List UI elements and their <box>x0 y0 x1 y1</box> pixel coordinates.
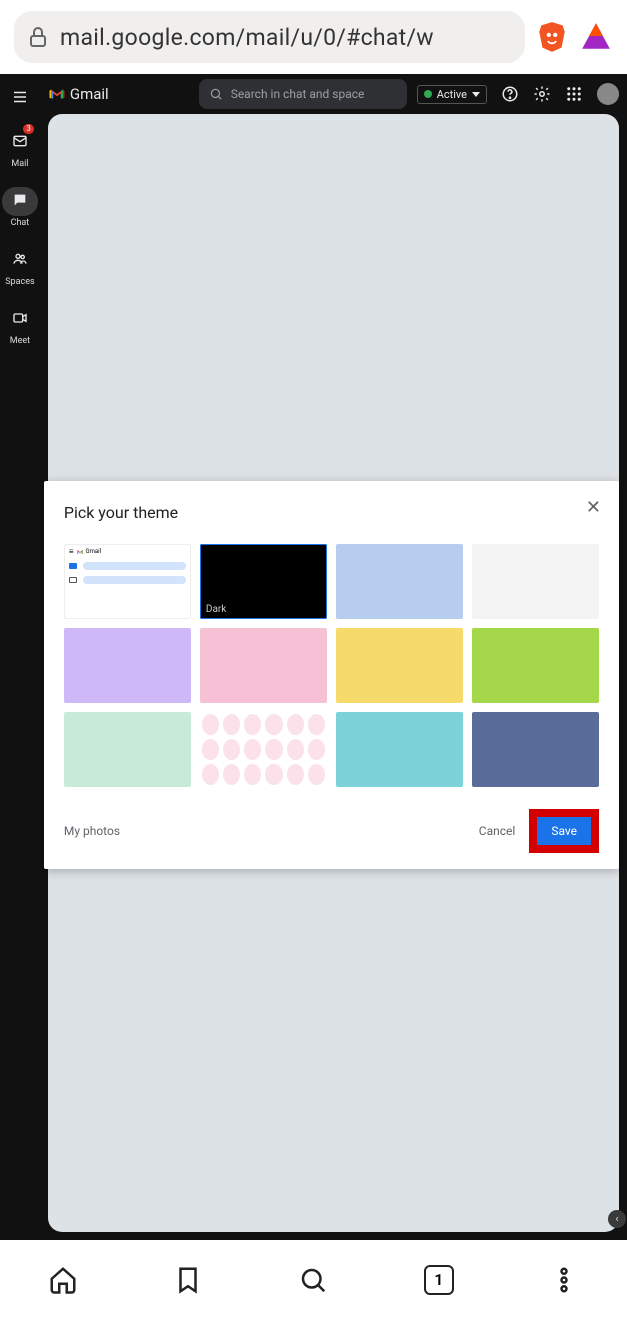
rail-item-meet[interactable]: Meet <box>2 305 38 346</box>
search-icon <box>209 87 223 101</box>
theme-option-aqua[interactable] <box>336 712 463 787</box>
theme-grid: ≡ Gmail Dark <box>64 544 599 787</box>
rail-label: Meet <box>10 336 30 346</box>
home-icon[interactable] <box>48 1265 78 1295</box>
save-button-highlight: Save <box>529 809 599 853</box>
url-input-box[interactable]: mail.google.com/mail/u/0/#chat/w <box>14 11 525 63</box>
gmail-m-icon <box>48 85 66 103</box>
theme-caption: Dark <box>206 604 226 615</box>
theme-option-seafoam[interactable] <box>64 712 191 787</box>
theme-picker-dialog: Pick your theme ✕ ≡ Gmail <box>44 481 619 869</box>
theme-option-cherry-blossom[interactable] <box>200 712 327 787</box>
gmail-main-column: Gmail Search in chat and space Active <box>40 74 627 1240</box>
save-button[interactable]: Save <box>537 817 591 845</box>
rail-label: Mail <box>11 159 28 169</box>
theme-option-default[interactable]: ≡ Gmail <box>64 544 191 619</box>
account-avatar[interactable] <box>597 83 619 105</box>
apps-grid-icon[interactable] <box>565 85 583 103</box>
close-icon[interactable]: ✕ <box>586 497 601 518</box>
gmail-header: Gmail Search in chat and space Active <box>40 74 627 114</box>
meet-icon <box>12 310 28 326</box>
overflow-menu-icon[interactable] <box>549 1265 579 1295</box>
side-panel-toggle-icon[interactable]: ‹ <box>608 1210 626 1228</box>
theme-option-dark[interactable]: Dark <box>200 544 327 619</box>
status-label: Active <box>437 88 467 101</box>
rail-label: Spaces <box>5 277 34 287</box>
url-text: mail.google.com/mail/u/0/#chat/w <box>60 24 434 51</box>
dialog-footer: My photos Cancel Save <box>64 809 599 853</box>
tab-count: 1 <box>434 1270 443 1289</box>
mail-icon <box>12 133 28 149</box>
search-placeholder: Search in chat and space <box>231 87 365 101</box>
rail-item-spaces[interactable]: Spaces <box>2 246 38 287</box>
gmail-m-icon <box>76 548 84 556</box>
brave-shields-icon[interactable] <box>535 20 569 54</box>
lock-icon <box>26 25 50 49</box>
chevron-down-icon <box>472 92 480 97</box>
search-icon[interactable] <box>298 1265 328 1295</box>
left-navigation-rail: 3 Mail Chat Spaces Meet <box>0 74 40 1240</box>
main-menu-icon[interactable] <box>11 88 29 106</box>
gmail-logo[interactable]: Gmail <box>48 85 109 103</box>
cancel-button[interactable]: Cancel <box>471 818 524 844</box>
spaces-icon <box>12 251 28 267</box>
theme-preview-label: Gmail <box>86 548 102 555</box>
chat-content-area: Pick your theme ✕ ≡ Gmail <box>48 114 619 1232</box>
my-photos-link[interactable]: My photos <box>64 824 120 838</box>
theme-option-mustard[interactable] <box>336 628 463 703</box>
theme-option-wasabi[interactable] <box>472 628 599 703</box>
tabs-button[interactable]: 1 <box>424 1265 454 1295</box>
rail-item-chat[interactable]: Chat <box>2 187 38 228</box>
gmail-app: 3 Mail Chat Spaces Meet Gmail Search in <box>0 74 627 1240</box>
browser-url-bar: mail.google.com/mail/u/0/#chat/w <box>0 0 627 74</box>
mail-unread-badge: 3 <box>23 124 34 134</box>
brave-rewards-icon[interactable] <box>579 20 613 54</box>
rail-label: Chat <box>11 218 30 228</box>
help-icon[interactable] <box>501 85 519 103</box>
theme-option-lavender[interactable] <box>64 628 191 703</box>
theme-option-dusk[interactable] <box>472 712 599 787</box>
theme-option-soft-gray[interactable] <box>472 544 599 619</box>
header-actions: Active <box>417 83 619 105</box>
mobile-bottom-toolbar: 1 <box>0 1240 627 1319</box>
settings-gear-icon[interactable] <box>533 85 551 103</box>
gmail-logo-text: Gmail <box>70 85 109 103</box>
rail-item-mail[interactable]: 3 Mail <box>2 128 38 169</box>
status-dot-icon <box>424 90 432 98</box>
bookmark-icon[interactable] <box>173 1265 203 1295</box>
search-input[interactable]: Search in chat and space <box>199 79 407 109</box>
theme-option-blue[interactable] <box>336 544 463 619</box>
chat-icon <box>12 192 28 208</box>
theme-option-rose[interactable] <box>200 628 327 703</box>
status-selector[interactable]: Active <box>417 85 487 104</box>
dialog-title: Pick your theme <box>64 503 599 522</box>
